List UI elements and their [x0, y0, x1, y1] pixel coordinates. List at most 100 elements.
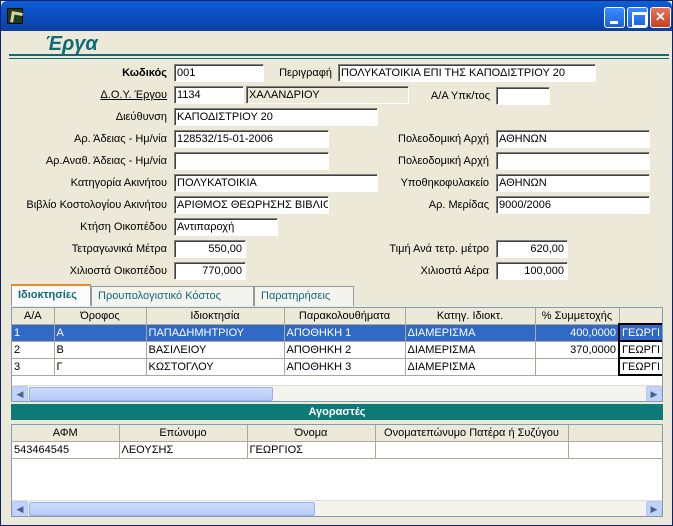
page-title: Έργα [45, 33, 98, 55]
cost-book-label: Βιβλίο Κοστολογίου Ακινήτου [26, 199, 167, 211]
scroll-left-icon[interactable]: ◀ [12, 501, 28, 516]
table-row[interactable]: 3 Γ ΚΩΣΤΟΓΛΟΥ ΑΠΟΘΗΚΗ 3 ΔΙΑΜΕΡΙΣΜΑ ΓΕΩΡΓ… [12, 357, 662, 376]
table-row[interactable]: 543464545 ΛΕΟΥΣΗΣ ΓΕΩΡΓΙΟΣ [12, 441, 662, 459]
cell-extra[interactable] [568, 441, 662, 459]
cell-extra[interactable]: ΓΕΩΡΓΙ [618, 357, 662, 376]
merid-label: Αρ. Μερίδας [428, 199, 489, 211]
address-label: Διεύθυνση [115, 111, 167, 123]
cell-name[interactable]: ΓΕΩΡΓΙΟΣ [247, 441, 376, 459]
cell-participation[interactable] [535, 358, 620, 376]
cell-aa[interactable]: 2 [12, 341, 55, 359]
cell-participation[interactable]: 370,0000 [535, 341, 620, 359]
cell-category[interactable]: ΔΙΑΜΕΡΙΣΜΑ [405, 341, 536, 359]
air-thousandths-label: Χιλιοστά Αέρα [420, 265, 490, 277]
buyers-grid[interactable]: ΑΦΜ Επώνυμο Όνομα Ονοματεπώνυμο Πατέρα ή… [11, 424, 663, 517]
col-header-afm[interactable]: ΑΦΜ [12, 425, 120, 442]
cell-annexes[interactable]: ΑΠΟΘΗΚΗ 2 [284, 341, 406, 359]
mortgage-office-field[interactable]: ΑΘΗΝΩΝ [496, 174, 650, 192]
table-row[interactable]: 2 Β ΒΑΣΙΛΕΙΟΥ ΑΠΟΘΗΚΗ 2 ΔΙΑΜΕΡΙΣΜΑ 370,0… [12, 340, 662, 359]
description-label: Περιγραφή [279, 67, 332, 79]
cell-surname[interactable]: ΛΕΟΥΣΗΣ [119, 441, 248, 459]
merid-field[interactable]: 9000/2006 [496, 196, 650, 214]
scroll-thumb[interactable] [29, 387, 273, 401]
air-thousandths-field[interactable]: 100,000 [496, 262, 568, 280]
urban-authority-field[interactable]: ΑΘΗΝΩΝ [496, 130, 650, 148]
cell-property[interactable]: ΚΩΣΤΟΓΛΟΥ [146, 358, 285, 376]
col-header-extra[interactable] [619, 308, 662, 325]
description-field[interactable]: ΠΟΛΥΚΑΤΟΙΚΙΑ ΕΠΙ ΤΗΣ ΚΑΠΟΔΙΣΤΡΙΟΥ 20 [338, 64, 596, 82]
buyers-hscrollbar[interactable]: ◀ ▶ [12, 500, 662, 516]
urban-authority2-field[interactable] [496, 152, 650, 170]
scroll-right-icon[interactable]: ▶ [646, 501, 662, 516]
cell-participation[interactable]: 400,0000 [535, 324, 620, 342]
sqm-label: Τετραγωνικά Μέτρα [71, 243, 167, 255]
scroll-left-icon[interactable]: ◀ [12, 386, 28, 401]
repermit-label: Αρ.Αναθ. Άδειας - Ημ/νία [45, 155, 167, 167]
properties-grid[interactable]: Α/Α Όροφος Ιδιοκτησία Παρακολουθήματα Κα… [11, 307, 663, 402]
cell-extra[interactable]: ΓΕΩΡΓΙ [618, 323, 662, 342]
land-acquisition-label: Κτήση Οικοπέδου [80, 221, 167, 233]
land-acquisition-field[interactable]: Αντιπαροχή [174, 218, 278, 236]
col-header-floor[interactable]: Όροφος [54, 308, 147, 325]
cell-extra[interactable]: ΓΕΩΡΓΙ [618, 340, 662, 359]
col-header-extra[interactable] [568, 425, 662, 442]
col-header-category[interactable]: Κατηγ. Ιδιοκτ. [405, 308, 536, 325]
doy-name-field: ΧΑΛΑΝΔΡΙΟΥ [246, 86, 409, 104]
table-row[interactable]: 1 Α ΠΑΠΑΔΗΜΗΤΡΙΟΥ ΑΠΟΘΗΚΗ 1 ΔΙΑΜΕΡΙΣΜΑ 4… [12, 323, 662, 342]
cell-property[interactable]: ΒΑΣΙΛΕΙΟΥ [146, 341, 285, 359]
aa-field[interactable] [496, 87, 550, 105]
price-per-sqm-field[interactable]: 620,00 [496, 240, 568, 258]
col-header-surname[interactable]: Επώνυμο [119, 425, 248, 442]
code-field[interactable]: 001 [174, 64, 264, 82]
tab-properties[interactable]: Ιδιοκτησίες [11, 284, 91, 306]
header-divider [9, 54, 669, 56]
cell-floor[interactable]: Γ [54, 358, 147, 376]
close-button[interactable]: ✕ [650, 7, 671, 28]
cell-aa[interactable]: 3 [12, 358, 55, 376]
col-header-name[interactable]: Όνομα [247, 425, 376, 442]
category-field[interactable]: ΠΟΛΥΚΑΤΟΙΚΙΑ [174, 174, 378, 192]
plot-thousandths-label: Χιλιοστά Οικοπέδου [69, 265, 167, 277]
price-per-sqm-label: Τιμή Ανά τετρ. μέτρο [389, 243, 489, 255]
code-label: Κωδικός [122, 67, 167, 79]
properties-hscrollbar[interactable]: ◀ ▶ [12, 385, 662, 401]
cell-aa[interactable]: 1 [12, 324, 55, 342]
cell-property[interactable]: ΠΑΠΑΔΗΜΗΤΡΙΟΥ [146, 324, 285, 342]
scroll-thumb[interactable] [29, 502, 315, 516]
cell-afm[interactable]: 543464545 [12, 441, 120, 459]
col-header-annexes[interactable]: Παρακολουθήματα [284, 308, 406, 325]
plot-thousandths-field[interactable]: 770,000 [174, 262, 246, 280]
aa-label: Α/Α Υπκ/τος [430, 90, 490, 102]
app-icon [7, 8, 23, 24]
urban-authority-label: Πολεοδομική Αρχή [398, 133, 489, 145]
grid-header-row: ΑΦΜ Επώνυμο Όνομα Ονοματεπώνυμο Πατέρα ή… [12, 425, 662, 442]
cell-floor[interactable]: Β [54, 341, 147, 359]
cell-floor[interactable]: Α [54, 324, 147, 342]
tab-budget-cost[interactable]: Προυπολογιστικό Κόστος [91, 286, 254, 306]
permit-label: Αρ. Άδειας - Ημ/νία [74, 133, 167, 145]
address-field[interactable]: ΚΑΠΟΔΙΣΤΡΙΟΥ 20 [174, 108, 378, 126]
title-bar[interactable]: ✕ [1, 1, 672, 31]
doy-code-field[interactable]: 1134 [174, 86, 244, 104]
repermit-field[interactable] [174, 152, 329, 170]
tab-notes[interactable]: Παρατηρήσεις [254, 286, 354, 306]
col-header-property[interactable]: Ιδιοκτησία [146, 308, 285, 325]
cost-book-field[interactable]: ΑΡΙΘΜΟΣ ΘΕΩΡΗΣΗΣ ΒΙΒΛΙΟΥ [174, 196, 329, 214]
cell-category[interactable]: ΔΙΑΜΕΡΙΣΜΑ [405, 358, 536, 376]
cell-annexes[interactable]: ΑΠΟΘΗΚΗ 3 [284, 358, 406, 376]
scroll-right-icon[interactable]: ▶ [646, 386, 662, 401]
main-window: ✕ Έργα Κωδικός 001 Περιγραφή ΠΟΛΥΚΑΤΟΙΚΙ… [0, 0, 673, 526]
grid-header-row: Α/Α Όροφος Ιδιοκτησία Παρακολουθήματα Κα… [12, 308, 662, 325]
buyers-section-title: Αγοραστές [11, 404, 663, 420]
doy-label-link[interactable]: Δ.Ο.Υ. Έργου [100, 87, 167, 103]
col-header-father-spouse[interactable]: Ονοματεπώνυμο Πατέρα ή Συζύγου [375, 425, 569, 442]
cell-annexes[interactable]: ΑΠΟΘΗΚΗ 1 [284, 324, 406, 342]
cell-father-spouse[interactable] [375, 441, 569, 459]
permit-field[interactable]: 128532/15-01-2006 [174, 130, 329, 148]
col-header-aa[interactable]: Α/Α [12, 308, 55, 325]
cell-category[interactable]: ΔΙΑΜΕΡΙΣΜΑ [405, 324, 536, 342]
sqm-field[interactable]: 550,00 [174, 240, 246, 258]
col-header-participation[interactable]: % Συμμετοχής [535, 308, 620, 325]
maximize-button[interactable] [627, 7, 648, 28]
minimize-button[interactable] [604, 7, 625, 28]
